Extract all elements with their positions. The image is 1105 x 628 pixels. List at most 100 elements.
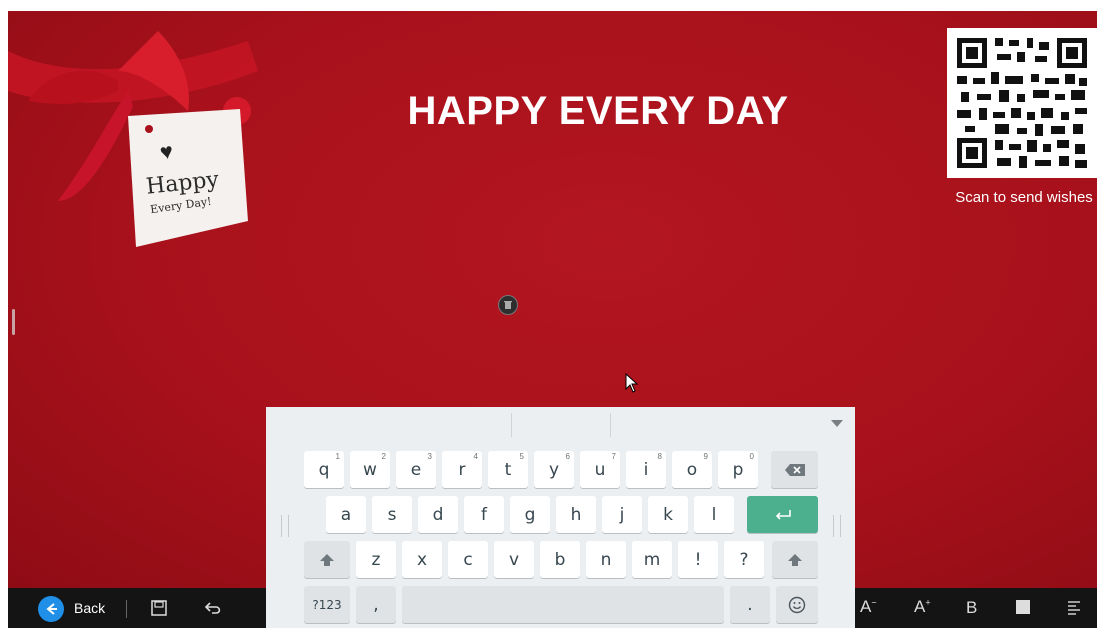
bold-icon[interactable]: B [966,598,977,618]
key-hint: 8 [657,452,662,461]
key-label: ! [694,549,702,570]
key-h[interactable]: h [556,496,596,533]
suggestion-divider [511,413,512,437]
space-key[interactable] [402,586,724,623]
key-s[interactable]: s [372,496,412,533]
key-e[interactable]: e3 [396,451,436,488]
key-n[interactable]: n [586,541,626,578]
align-icon[interactable] [1066,599,1082,617]
keyboard-collapse-icon[interactable] [831,420,843,427]
period-key[interactable]: . [730,586,770,623]
key-label: b [554,549,566,570]
qr-caption: Scan to send wishes [955,189,1093,206]
key-label: f [481,504,487,525]
key-z[interactable]: z [356,541,396,578]
key-hint: 5 [519,452,524,461]
shift-key-left[interactable] [304,541,350,578]
symbols-key[interactable]: ?123 [304,586,350,623]
key-hint: 2 [381,452,386,461]
on-screen-keyboard: q1 w2 e3 r4 t5 y6 u7 i8 o9 p0 a s d f g … [266,407,855,628]
key-label: o [686,459,698,480]
key-c[interactable]: c [448,541,488,578]
key-label: ?123 [312,597,342,612]
key-label: j [619,504,625,525]
key-m[interactable]: m [632,541,672,578]
key-label: a [340,504,352,525]
key-p[interactable]: p0 [718,451,758,488]
key-label: , [373,594,379,615]
key-label: t [504,459,512,480]
key-t[interactable]: t5 [488,451,528,488]
key-label: g [524,504,536,525]
key-d[interactable]: d [418,496,458,533]
font-decrease-label: A [860,597,872,616]
keyboard-left-grip[interactable] [281,515,289,537]
key-label: w [363,459,377,480]
font-decrease-icon[interactable]: A− [860,597,877,617]
key-label: n [600,549,612,570]
comma-key[interactable]: , [356,586,396,623]
key-exclamation[interactable]: ! [678,541,718,578]
backspace-icon [784,463,805,476]
keyboard-right-grip[interactable] [833,515,841,537]
shift-key-right[interactable] [772,541,818,578]
key-u[interactable]: u7 [580,451,620,488]
key-label: h [570,504,582,525]
key-i[interactable]: i8 [626,451,666,488]
emoji-key[interactable] [776,586,818,623]
delete-element-icon[interactable] [498,295,518,315]
key-j[interactable]: j [602,496,642,533]
font-increase-label: A [914,597,926,616]
key-o[interactable]: o9 [672,451,712,488]
key-label: l [711,504,717,525]
key-k[interactable]: k [648,496,688,533]
key-g[interactable]: g [510,496,550,533]
key-label: c [463,549,473,570]
key-label: r [458,459,466,480]
emoji-icon [788,596,806,613]
key-b[interactable]: b [540,541,580,578]
side-drag-handle[interactable] [12,309,15,335]
key-label: v [508,549,520,570]
key-label: k [663,504,673,525]
key-a[interactable]: a [326,496,366,533]
key-hint: 3 [427,452,432,461]
mouse-cursor-icon [625,373,639,393]
key-label: y [548,459,560,480]
key-w[interactable]: w2 [350,451,390,488]
key-label: m [643,549,661,570]
key-label: p [732,459,744,480]
key-v[interactable]: v [494,541,534,578]
card-title[interactable]: HAPPY EVERY DAY [393,89,803,134]
back-arrow-icon[interactable] [38,596,64,622]
key-hint: 7 [611,452,616,461]
gift-ribbon-illustration [8,31,258,247]
key-label: d [432,504,444,525]
backspace-key[interactable] [771,451,818,488]
shift-icon [788,553,802,566]
text-box-icon[interactable] [1016,600,1030,614]
key-label: i [643,459,649,480]
suggestion-strip [266,407,855,443]
qr-code [947,28,1097,178]
save-icon[interactable] [150,599,168,617]
font-increase-icon[interactable]: A+ [914,597,931,617]
key-l[interactable]: l [694,496,734,533]
key-hint: 4 [473,452,478,461]
back-button[interactable]: Back [74,600,105,616]
key-label: z [371,549,381,570]
suggestion-divider [610,413,611,437]
undo-icon[interactable] [204,599,224,617]
key-r[interactable]: r4 [442,451,482,488]
key-label: u [594,459,606,480]
key-label: ? [739,549,749,570]
key-y[interactable]: y6 [534,451,574,488]
key-label: x [416,549,428,570]
key-x[interactable]: x [402,541,442,578]
key-q[interactable]: q1 [304,451,344,488]
toolbar-divider [126,600,127,618]
key-question[interactable]: ? [724,541,764,578]
key-label: . [747,594,753,615]
key-f[interactable]: f [464,496,504,533]
enter-key[interactable] [747,496,818,533]
